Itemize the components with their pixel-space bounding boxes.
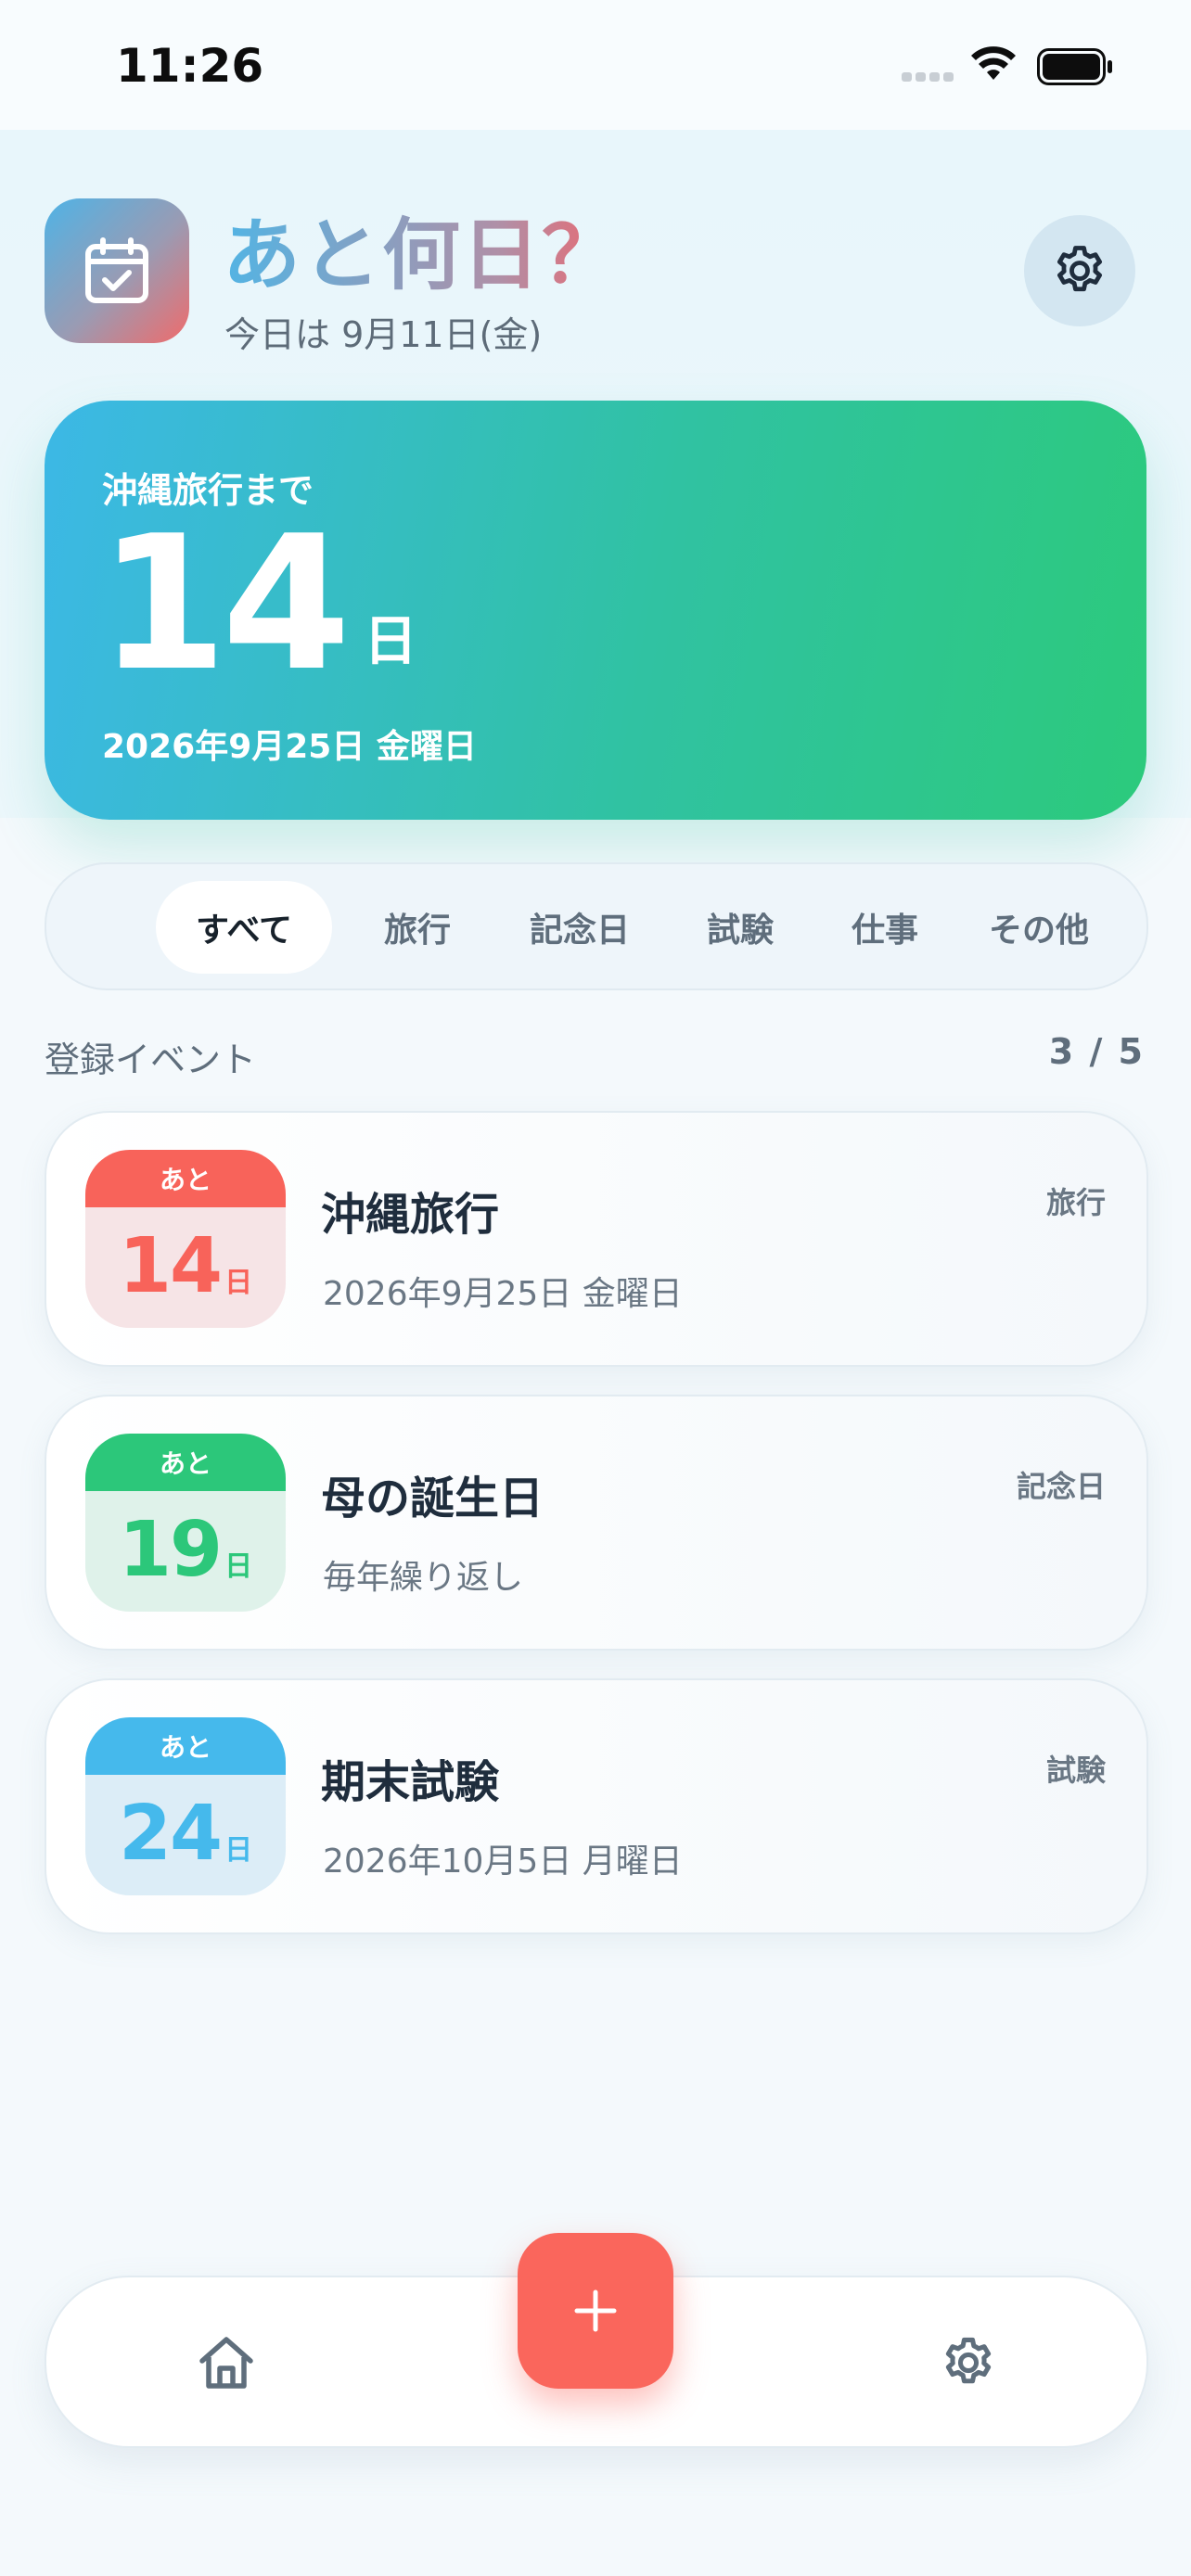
today-date: 今日は 9月11日(金) — [224, 314, 543, 355]
gear-icon — [1057, 246, 1102, 292]
event-category-tag: 記念日 — [1016, 1469, 1106, 1504]
badge-count: 19 日 — [85, 1491, 286, 1612]
event-category-tag: 試験 — [1045, 1753, 1106, 1788]
badge-unit: 日 — [224, 1550, 253, 1583]
featured-event-date: 2026年9月25日 金曜日 — [102, 728, 477, 766]
badge-prefix: あと — [85, 1150, 286, 1207]
tab-exam[interactable]: 試験 — [675, 881, 805, 974]
days-badge: あと 24 日 — [85, 1717, 286, 1895]
badge-days: 14 — [118, 1222, 223, 1310]
event-card[interactable]: あと 14 日 沖縄旅行 2026年9月25日 金曜日 旅行 — [45, 1111, 1148, 1367]
badge-unit: 日 — [224, 1834, 253, 1867]
status-time: 11:26 — [116, 39, 264, 93]
gear-icon[interactable] — [939, 2333, 998, 2392]
app-logo — [45, 198, 189, 343]
event-count: 3 / 5 — [1048, 1031, 1145, 1072]
event-card[interactable]: あと 19 日 母の誕生日 毎年繰り返し 記念日 — [45, 1395, 1148, 1651]
tab-work[interactable]: 仕事 — [820, 881, 950, 974]
badge-prefix: あと — [85, 1717, 286, 1775]
tab-all[interactable]: すべて — [156, 881, 332, 974]
event-category-tag: 旅行 — [1045, 1185, 1106, 1220]
featured-countdown-card[interactable]: 沖縄旅行まで 14 日 2026年9月25日 金曜日 — [45, 401, 1146, 820]
badge-days: 19 — [118, 1506, 223, 1594]
event-name: 期末試験 — [321, 1756, 500, 1808]
event-list-title: 登録イベント — [45, 1039, 257, 1080]
app-title: あと何日？ — [223, 193, 621, 305]
event-date: 2026年10月5日 月曜日 — [323, 1843, 683, 1881]
event-date: 2026年9月25日 金曜日 — [323, 1275, 683, 1313]
event-repeat: 毎年繰り返し — [323, 1559, 524, 1597]
event-name: 沖縄旅行 — [321, 1189, 500, 1241]
home-icon[interactable] — [197, 2335, 256, 2391]
badge-count: 24 日 — [85, 1775, 286, 1895]
plus-icon — [574, 2289, 617, 2332]
status-bar: 11:26 — [0, 0, 1191, 130]
featured-days-count: 14 — [98, 496, 351, 712]
header-settings-button[interactable] — [1024, 215, 1135, 326]
tab-anniversary[interactable]: 記念日 — [501, 881, 659, 974]
badge-days: 24 — [118, 1790, 223, 1878]
category-tabs: すべて 旅行 記念日 試験 仕事 その他 — [45, 862, 1148, 990]
days-badge: あと 19 日 — [85, 1434, 286, 1612]
calendar-check-icon — [85, 237, 148, 303]
add-event-button[interactable] — [518, 2233, 673, 2389]
badge-unit: 日 — [224, 1267, 253, 1299]
wifi-icon — [971, 46, 1016, 80]
event-name: 母の誕生日 — [321, 1473, 544, 1524]
tab-other[interactable]: その他 — [965, 881, 1113, 974]
days-badge: あと 14 日 — [85, 1150, 286, 1328]
battery-icon — [1037, 48, 1112, 85]
event-card[interactable]: あと 24 日 期末試験 2026年10月5日 月曜日 試験 — [45, 1678, 1148, 1934]
badge-prefix: あと — [85, 1434, 286, 1491]
badge-count: 14 日 — [85, 1207, 286, 1328]
featured-days-unit: 日 — [364, 609, 418, 672]
tab-travel[interactable]: 旅行 — [352, 881, 482, 974]
